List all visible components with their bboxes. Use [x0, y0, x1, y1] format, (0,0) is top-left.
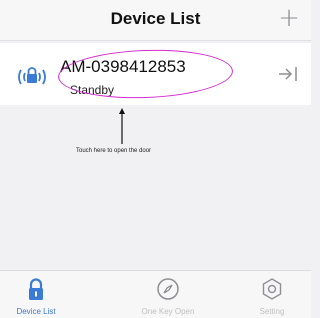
tab-label: Setting: [259, 307, 285, 316]
gear-icon: [262, 278, 282, 300]
tab-bar: Device List One Key Open Setting: [0, 270, 311, 318]
nav-bar: Device List +: [0, 0, 311, 41]
tab-label: One Key Open: [141, 307, 195, 316]
tab-one-key-open[interactable]: One Key Open: [128, 271, 208, 318]
add-device-button[interactable]: +: [277, 3, 301, 33]
key-compass-icon: [157, 278, 179, 300]
hint-text: Touch here to open the door: [76, 148, 152, 154]
tab-setting[interactable]: Setting: [232, 271, 312, 318]
bluetooth-lock-icon: [18, 67, 46, 85]
lock-icon: [29, 278, 43, 300]
tab-label: Device List: [16, 307, 56, 316]
annotation-arrow-icon: [119, 108, 125, 144]
page-title: Device List: [110, 9, 201, 28]
open-door-icon[interactable]: [277, 64, 301, 84]
tab-device-list[interactable]: Device List: [0, 271, 76, 318]
